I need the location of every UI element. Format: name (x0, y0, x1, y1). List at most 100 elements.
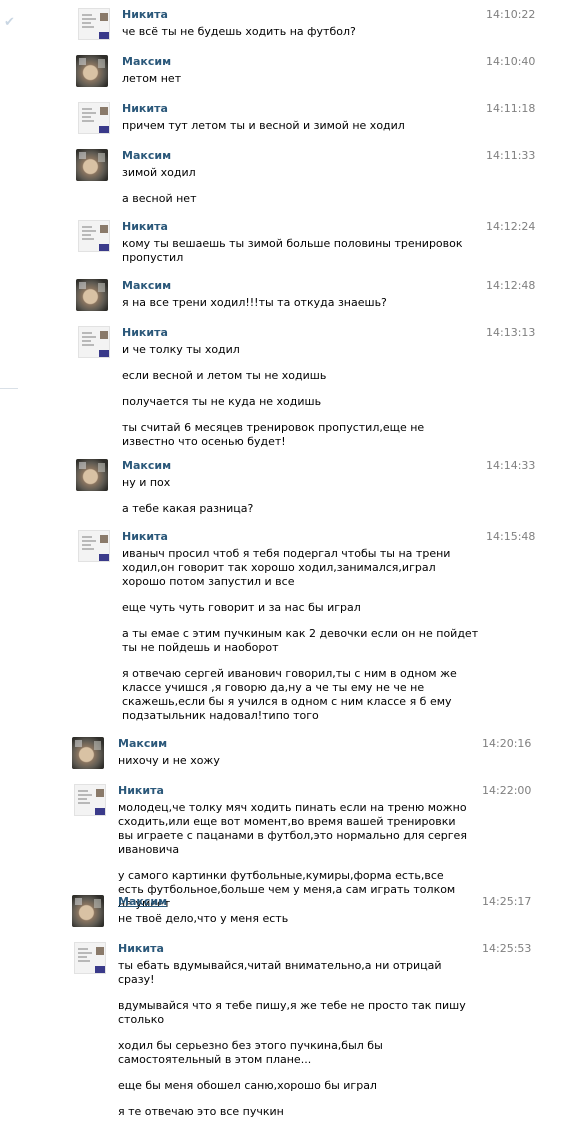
message-text: кому ты вешаешь ты зимой больше половины… (122, 237, 463, 264)
message-timestamp: 14:13:13 (486, 326, 536, 339)
message-timestamp: 14:12:48 (486, 279, 536, 292)
message-timestamp: 14:12:24 (486, 220, 536, 233)
avatar-photo (75, 898, 82, 905)
message-body: ну и пох а тебе какая разница? (122, 476, 472, 528)
avatar-photo (96, 947, 104, 955)
avatar-photo (98, 283, 105, 292)
avatar-line (82, 540, 96, 542)
message-text: я те отвечаю это все пучкин (118, 1105, 284, 1118)
message-timestamp: 14:25:17 (482, 895, 532, 908)
message-body: я на все трени ходил!!!ты та откуда знае… (122, 296, 472, 322)
avatar-line (82, 332, 92, 334)
avatar-photo (98, 463, 105, 472)
avatar-photo (79, 282, 86, 289)
message-body: зимой ходил а весной нет (122, 166, 472, 218)
avatar-line (82, 234, 91, 236)
avatar-line (82, 14, 92, 16)
author-name-link[interactable]: Максим (122, 459, 171, 473)
message-timestamp: 14:10:40 (486, 55, 536, 68)
author-name-link[interactable]: Максим (122, 149, 171, 163)
flag-icon (99, 554, 109, 561)
author-name-link[interactable]: Максим (122, 55, 171, 69)
avatar-photo (100, 225, 108, 233)
avatar-maksim[interactable] (76, 55, 108, 87)
message-body: не твоё дело,что у меня есть (118, 912, 468, 938)
avatar-photo (100, 107, 108, 115)
avatar-nikita[interactable] (78, 326, 110, 358)
message-timestamp: 14:20:16 (482, 737, 532, 750)
avatar-line (82, 26, 94, 28)
author-name-link[interactable]: Никита (122, 8, 168, 22)
avatar-line (78, 802, 90, 804)
message-text: получается ты не куда не ходишь (122, 395, 322, 408)
message-timestamp: 14:15:48 (486, 530, 536, 543)
flag-icon (95, 808, 105, 815)
avatar-maksim[interactable] (76, 459, 108, 491)
avatar-line (82, 120, 94, 122)
avatar-photo (94, 741, 101, 750)
message-text: а ты емае с этим пучкиным как 2 девочки … (122, 627, 479, 654)
message-body: кому ты вешаешь ты зимой больше половины… (122, 237, 472, 277)
message-text: я отвечаю сергей иванович говорил,ты с н… (122, 667, 457, 722)
message-text: а весной нет (122, 192, 197, 205)
message-text: я на все трени ходил!!!ты та откуда знае… (122, 296, 387, 309)
avatar-maksim[interactable] (76, 149, 108, 181)
message-text: и че толку ты ходил (122, 343, 240, 356)
flag-icon (99, 32, 109, 39)
avatar-line (78, 948, 88, 950)
message-timestamp: 14:22:00 (482, 784, 532, 797)
avatar-line (82, 536, 92, 538)
avatar-line (82, 336, 96, 338)
avatar-maksim[interactable] (72, 737, 104, 769)
message-text: а тебе какая разница? (122, 502, 254, 515)
avatar-maksim[interactable] (72, 895, 104, 927)
author-name-link[interactable]: Максим (118, 737, 167, 751)
avatar-line (82, 548, 94, 550)
author-name-link[interactable]: Никита (122, 102, 168, 116)
avatar-nikita[interactable] (78, 8, 110, 40)
avatar-photo (100, 535, 108, 543)
avatar-line (82, 340, 91, 342)
author-name-link[interactable]: Никита (122, 220, 168, 234)
avatar-photo (96, 789, 104, 797)
message-body: молодец,че толку мяч ходить пинать если … (118, 801, 470, 923)
message-text: ходил бы серьезно без этого пучкина,был … (118, 1039, 383, 1066)
message-text: еще бы меня обошел саню,хорошо бы играл (118, 1079, 377, 1092)
avatar-photo (100, 13, 108, 21)
author-name-link[interactable]: Максим (122, 279, 171, 293)
avatar-line (82, 226, 92, 228)
author-name-link[interactable]: Максим (118, 895, 167, 909)
avatar-photo (75, 740, 82, 747)
avatar-nikita[interactable] (74, 784, 106, 816)
author-name-link[interactable]: Никита (122, 326, 168, 340)
avatar-line (82, 18, 96, 20)
avatar-photo (79, 152, 86, 159)
avatar-nikita[interactable] (74, 942, 106, 974)
avatar-photo (79, 58, 86, 65)
avatar-maksim[interactable] (76, 279, 108, 311)
author-name-link[interactable]: Никита (118, 942, 164, 956)
avatar-line (82, 344, 94, 346)
message-text: летом нет (122, 72, 182, 85)
author-name-link[interactable]: Никита (122, 530, 168, 544)
message-text: причем тут летом ты и весной и зимой не … (122, 119, 405, 132)
author-name-link[interactable]: Никита (118, 784, 164, 798)
sidebar-divider (0, 388, 18, 389)
message-timestamp: 14:11:18 (486, 102, 536, 115)
avatar-photo (79, 462, 86, 469)
message-text: иваныч просил чтоб я тебя подергал чтобы… (122, 547, 451, 588)
message-text: ты ебать вдумывайся,читай внимательно,а … (118, 959, 442, 986)
message-timestamp: 14:25:53 (482, 942, 532, 955)
avatar-nikita[interactable] (78, 102, 110, 134)
avatar-line (82, 112, 96, 114)
message-body: иваныч просил чтоб я тебя подергал чтобы… (122, 547, 482, 735)
avatar-photo (100, 331, 108, 339)
message-text: у самого картинки футбольные,кумиры,форм… (118, 869, 456, 910)
flag-icon (99, 350, 109, 357)
message-text: че всё ты не будешь ходить на футбол? (122, 25, 356, 38)
avatar-nikita[interactable] (78, 220, 110, 252)
avatar-nikita[interactable] (78, 530, 110, 562)
avatar-line (82, 108, 92, 110)
message-text: не твоё дело,что у меня есть (118, 912, 289, 925)
message-text: если весной и летом ты не ходишь (122, 369, 327, 382)
